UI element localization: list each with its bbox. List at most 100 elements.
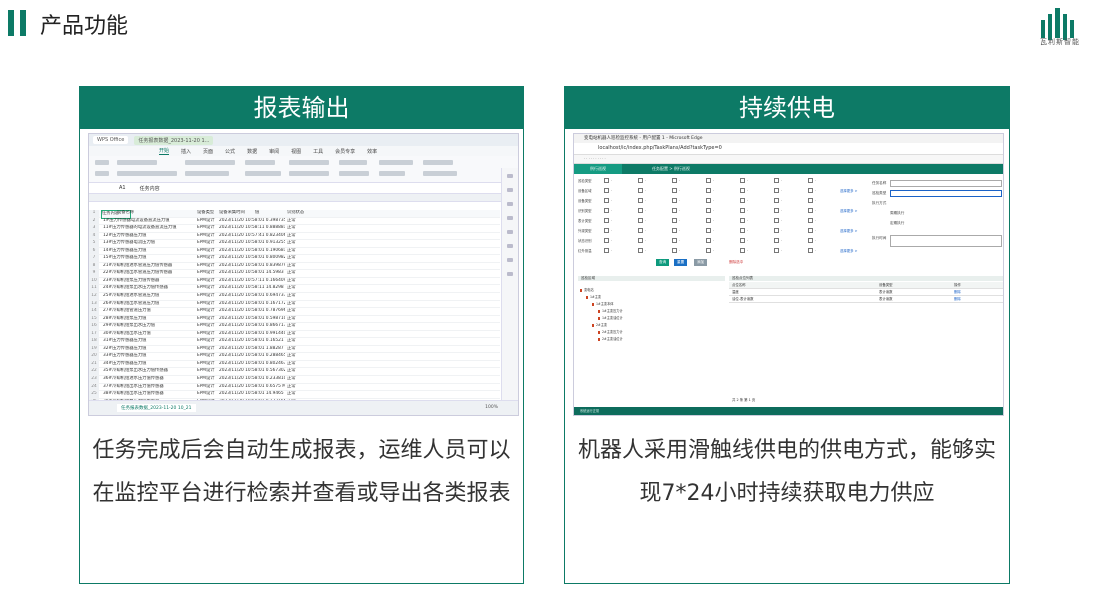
filter-checkbox[interactable]: · <box>740 228 748 233</box>
filter-checkbox[interactable]: · <box>808 188 816 193</box>
table-row[interactable]: 9 22#冷却机组出水管道压力值传感器 EPM设计 2023/11/20 10:58:… <box>89 270 500 278</box>
filter-checkbox[interactable]: · <box>706 208 714 213</box>
tree-node[interactable]: 2#主变油位计 <box>598 337 623 341</box>
more-link[interactable]: 选择更多 > <box>840 188 857 193</box>
tree-node[interactable]: 2#主变压力计 <box>598 330 623 334</box>
filter-checkbox[interactable]: · <box>638 248 646 253</box>
tree-node[interactable]: 1#主变本体 <box>592 302 613 306</box>
filter-checkbox[interactable]: · <box>672 248 680 253</box>
filter-checkbox[interactable]: · <box>604 188 612 193</box>
wps-tab[interactable]: WPS Office <box>93 136 129 144</box>
filter-checkbox[interactable]: · <box>638 218 646 223</box>
filter-checkbox[interactable]: · <box>604 178 612 183</box>
filter-checkbox[interactable]: · <box>740 248 748 253</box>
exec-time-input[interactable] <box>890 235 1002 247</box>
table-row[interactable]: 23 36#冷却机组进水压力值传感器 EPM设计 2023/11/20 10:58:0… <box>89 376 500 384</box>
tree-node[interactable]: 2#主变 <box>592 323 607 327</box>
filter-checkbox[interactable]: · <box>604 238 612 243</box>
table-row[interactable]: 5 13#压力传感器电流压力值 EPM设计 2023/11/20 10:58:01 0… <box>89 240 500 248</box>
filter-checkbox[interactable]: · <box>604 218 612 223</box>
table-row[interactable]: 19 32#压力传感器压力值 EPM设计 2023/11/20 10:58:01 1.… <box>89 345 500 354</box>
filter-checkbox[interactable]: · <box>672 188 680 193</box>
delete-selected-button[interactable]: 删除选中 <box>726 259 746 266</box>
filter-checkbox[interactable]: · <box>638 208 646 213</box>
filter-checkbox[interactable]: · <box>740 178 748 183</box>
table-row[interactable]: 25 38#冷却机组出水压力值传感器 EPM设计 2023/11/20 10:58:0… <box>89 391 500 399</box>
table-row[interactable]: 7 15#压力传感器压力值 EPM设计 2023/11/20 10:58:01 0.8… <box>89 255 500 263</box>
filter-checkbox[interactable]: · <box>774 198 782 203</box>
filter-checkbox[interactable]: · <box>774 248 782 253</box>
table-row[interactable]: 11 24#冷却机组泵出水压力值传感器 EPM设计 2023/11/20 10:58:… <box>89 285 500 294</box>
filter-checkbox[interactable]: · <box>706 228 714 233</box>
menu-data[interactable]: 数据 <box>247 148 257 155</box>
formula-bar[interactable]: A1 任务内容 <box>89 183 518 194</box>
filter-checkbox[interactable]: · <box>740 188 748 193</box>
menu-member[interactable]: 会员专享 <box>335 148 355 155</box>
tree-node[interactable]: 1#主变压力计 <box>598 309 623 313</box>
filter-checkbox[interactable]: · <box>672 208 680 213</box>
filter-checkbox[interactable]: · <box>808 208 816 213</box>
filter-checkbox[interactable]: · <box>672 238 680 243</box>
more-link[interactable]: 选择更多 > <box>840 228 857 233</box>
filter-checkbox[interactable]: · <box>604 208 612 213</box>
filter-checkbox[interactable]: · <box>672 218 680 223</box>
filter-checkbox[interactable]: · <box>706 248 714 253</box>
filter-checkbox[interactable]: · <box>774 188 782 193</box>
filter-checkbox[interactable]: · <box>638 198 646 203</box>
menu-view[interactable]: 视图 <box>291 148 301 155</box>
table-row[interactable]: 21 34#压力传感器压力值 EPM设计 2023/11/20 10:58:01 0.… <box>89 360 500 369</box>
filter-checkbox[interactable]: · <box>604 198 612 203</box>
filter-checkbox[interactable]: · <box>706 198 714 203</box>
cell-reference[interactable]: A1 <box>119 185 126 191</box>
filter-checkbox[interactable]: · <box>638 188 646 193</box>
filter-checkbox[interactable]: · <box>706 238 714 243</box>
table-row[interactable]: 10 23#冷却机组泵压力值传感器 EPM设计 2023/11/20 10:57:11… <box>89 277 500 286</box>
more-link[interactable]: 选择更多 > <box>840 208 857 213</box>
menu-tools[interactable]: 工具 <box>313 148 323 155</box>
menu-insert[interactable]: 插入 <box>181 148 191 155</box>
table-row[interactable]: 6 14#压力传感器压力值 EPM设计 2023/11/20 10:58:01 0.1… <box>89 247 500 256</box>
filter-checkbox[interactable]: · <box>774 238 782 243</box>
filter-checkbox[interactable]: · <box>740 198 748 203</box>
table-row[interactable]: 8 21#冷却机组进水管道压力值传感器 EPM设计 2023/11/20 10:58:… <box>89 262 500 271</box>
filter-checkbox[interactable]: · <box>808 218 816 223</box>
table-row[interactable]: 油位-表计读数 表计读数 删除 <box>729 296 1003 303</box>
filter-checkbox[interactable]: · <box>774 218 782 223</box>
filter-checkbox[interactable]: · <box>672 178 680 183</box>
sheet-grid[interactable]: 1 任务内容 设备名称 设备类型 设备采集时间 值 识别状态 2 1#压力传感器电… <box>89 210 500 415</box>
filter-checkbox[interactable]: · <box>774 228 782 233</box>
reset-button[interactable]: 重置 <box>674 259 688 266</box>
filter-checkbox[interactable]: · <box>604 228 612 233</box>
filter-checkbox[interactable]: · <box>740 218 748 223</box>
table-row[interactable]: 4 12#压力传感器压力值 EPM设计 2023/11/20 10:57:41 0.8… <box>89 232 500 241</box>
filter-checkbox[interactable]: · <box>808 178 816 183</box>
table-row[interactable]: 12 25#冷却机组进水管道压力值 EPM设计 2023/11/20 10:58:01… <box>89 293 500 301</box>
filter-checkbox[interactable]: · <box>638 228 646 233</box>
table-row[interactable]: 2 1#压力传感器电流设备直流压力值 EPM设计 2023/11/20 10:58:0… <box>89 217 500 226</box>
filter-checkbox[interactable]: · <box>672 198 680 203</box>
area-tree[interactable]: 变电站 1#主变 1#主变本体 1#主变压力计 1#主变油位计 2#主变 2#主变压力计 2#… <box>578 282 726 406</box>
menu-page[interactable]: 页面 <box>203 148 213 155</box>
filter-checkbox[interactable]: · <box>638 238 646 243</box>
filter-checkbox[interactable]: · <box>706 178 714 183</box>
table-row[interactable]: 温度 表计读数 删除 <box>729 289 1003 296</box>
menu-home[interactable]: 开始 <box>159 147 170 155</box>
filter-checkbox[interactable]: · <box>740 238 748 243</box>
table-row[interactable]: 13 26#冷却机组出水管道压力值 EPM设计 2023/11/20 10:58:01… <box>89 300 500 309</box>
tree-node[interactable]: 变电站 <box>580 288 594 292</box>
task-name-input[interactable] <box>890 180 1002 187</box>
zoom-level[interactable]: 100% <box>485 405 498 410</box>
filter-checkbox[interactable]: · <box>774 178 782 183</box>
add-button[interactable]: 添加 <box>694 259 708 266</box>
filter-checkbox[interactable]: · <box>808 248 816 253</box>
filter-checkbox[interactable]: · <box>638 178 646 183</box>
tree-node[interactable]: 1#主变油位计 <box>598 316 623 320</box>
table-row[interactable]: 16 29#冷却机组泵出水压力值 EPM设计 2023/11/20 10:58:01 … <box>89 323 500 331</box>
patrol-type-select[interactable] <box>890 190 1002 197</box>
more-link[interactable]: 选择更多 > <box>840 248 857 253</box>
tab-routine[interactable]: 例行巡视 <box>574 164 622 174</box>
table-row[interactable]: 17 30#冷却机组出水压力值 EPM设计 2023/11/20 10:58:01 0… <box>89 330 500 339</box>
address-bar[interactable]: localhost/ic/index.php/TaskPlans/Add?tas… <box>574 143 1003 155</box>
filter-checkbox[interactable]: · <box>774 208 782 213</box>
menu-formula[interactable]: 公式 <box>225 148 235 155</box>
